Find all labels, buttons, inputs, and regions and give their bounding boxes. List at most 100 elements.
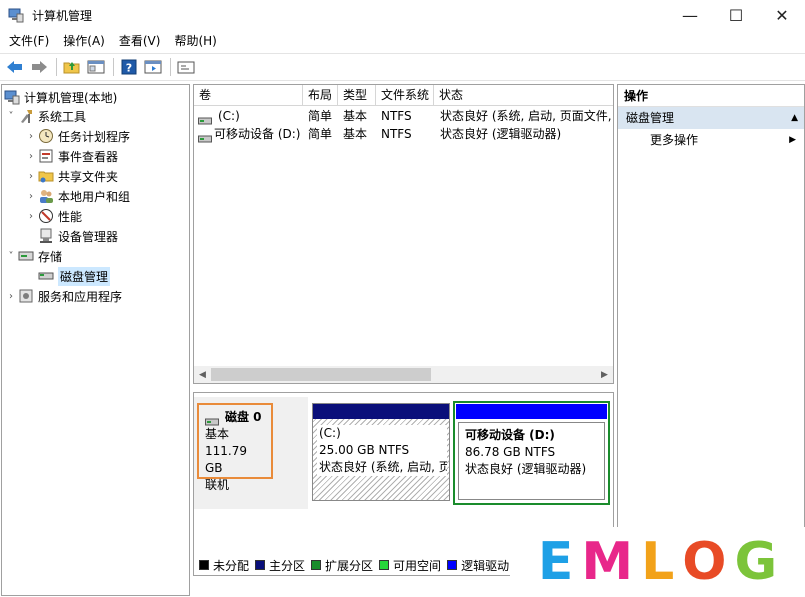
section-label: 磁盘管理 (626, 111, 675, 125)
back-icon[interactable] (4, 56, 26, 78)
tree-label: 共享文件夹 (58, 169, 119, 184)
chevron-right-icon[interactable]: › (24, 171, 38, 182)
tree-item-system-tools[interactable]: ˅ 系统工具 (4, 106, 87, 126)
volume-layout: 简单 (308, 127, 333, 141)
scroll-right-icon[interactable]: ▶ (596, 366, 613, 383)
toolbar: ? (0, 53, 805, 81)
toolbar-separator (170, 58, 171, 76)
legend-label: 扩展分区 (325, 558, 374, 573)
show-hide-tree-icon[interactable] (85, 56, 107, 78)
tree-item-storage[interactable]: ˅ 存储 (4, 246, 63, 266)
menu-help[interactable]: 帮助(H) (169, 30, 221, 52)
table-row[interactable]: (C:) 简单 基本 NTFS 状态良好 (系统, 启动, 页面文件, (194, 107, 613, 125)
actions-section-disk-management[interactable]: 磁盘管理 ▲ (618, 107, 804, 129)
properties-icon[interactable] (142, 56, 164, 78)
chevron-down-icon[interactable]: ˅ (4, 111, 18, 122)
column-header-type[interactable]: 类型 (338, 85, 376, 106)
tree-label: 存储 (38, 249, 63, 264)
tree-label: 事件查看器 (58, 149, 119, 164)
volume-list: 卷 布局 类型 文件系统 状态 (C:) 简单 基本 NTFS 状态良好 (系统… (193, 84, 614, 384)
menu-file[interactable]: 文件(F) (4, 30, 54, 52)
column-header-volume[interactable]: 卷 (194, 85, 303, 106)
partition-size: 25.00 GB NTFS (319, 443, 410, 457)
volume-status: 状态良好 (系统, 启动, 页面文件, (440, 109, 612, 123)
column-header-status[interactable]: 状态 (434, 85, 613, 106)
horizontal-scrollbar[interactable]: ◀ ▶ (194, 366, 613, 383)
title-bar: 计算机管理 — ☐ ✕ (0, 0, 805, 30)
computer-management-icon (8, 7, 24, 23)
disk-icon (38, 268, 54, 284)
legend-label: 逻辑驱动 (461, 558, 510, 573)
tree-item-performance[interactable]: › 性能 (24, 206, 82, 226)
legend-swatch (447, 560, 458, 570)
minimize-button[interactable]: — (667, 0, 713, 30)
volume-layout: 简单 (308, 109, 333, 123)
partition-label: (C:) (319, 426, 341, 440)
performance-icon (38, 208, 54, 224)
forward-icon[interactable] (28, 56, 50, 78)
column-header-filesystem[interactable]: 文件系统 (376, 85, 434, 106)
tree-item-event-viewer[interactable]: › 事件查看器 (24, 146, 118, 166)
chevron-right-icon[interactable]: › (24, 191, 38, 202)
disk-size: 111.79 GB (205, 444, 247, 475)
tree-item-disk-management[interactable]: 磁盘管理 (38, 266, 111, 286)
tree-label: 设备管理器 (58, 229, 119, 244)
legend-swatch (199, 560, 209, 570)
scroll-left-icon[interactable]: ◀ (194, 366, 211, 383)
column-header-layout[interactable]: 布局 (303, 85, 338, 106)
more-actions-label: 更多操作 (650, 133, 699, 147)
legend-unallocated: 未分配 (199, 557, 249, 574)
scroll-thumb[interactable] (211, 368, 431, 381)
toolbar-separator (56, 58, 57, 76)
submenu-arrow-icon: ▶ (789, 135, 796, 145)
emlog-watermark-logo: E M L O G (510, 527, 805, 597)
more-actions-item[interactable]: 更多操作 ▶ (618, 129, 804, 151)
clock-icon (38, 128, 54, 144)
tree-item-services[interactable]: › 服务和应用程序 (4, 286, 122, 306)
disk-0-label[interactable]: 磁盘 0 基本 111.79 GB 联机 (197, 403, 273, 492)
chevron-right-icon[interactable]: › (24, 131, 38, 142)
partition-size: 86.78 GB NTFS (465, 445, 556, 459)
partition-label: 可移动设备 (D:) (465, 428, 555, 442)
up-folder-icon[interactable] (61, 56, 83, 78)
legend-logical: 逻辑驱动 (447, 557, 509, 574)
tree-item-root[interactable]: 计算机管理(本地) (4, 87, 117, 107)
help-icon[interactable]: ? (118, 56, 140, 78)
close-button[interactable]: ✕ (759, 0, 805, 30)
menu-view[interactable]: 查看(V) (114, 30, 166, 52)
tree-item-task-scheduler[interactable]: › 任务计划程序 (24, 126, 130, 146)
tree-item-device-manager[interactable]: 设备管理器 (38, 226, 118, 246)
menu-action[interactable]: 操作(A) (58, 30, 110, 52)
partition-d[interactable]: 可移动设备 (D:) 86.78 GB NTFS 状态良好 (逻辑驱动器) (453, 401, 610, 505)
tree-item-shared-folders[interactable]: › 共享文件夹 (24, 166, 118, 186)
tree-label: 服务和应用程序 (38, 289, 123, 304)
chevron-right-icon[interactable]: › (4, 291, 18, 302)
partition-status: 状态良好 (逻辑驱动器) (465, 462, 587, 476)
tree-label: 计算机管理(本地) (24, 90, 118, 105)
disk-icon (205, 414, 219, 425)
actions-header: 操作 (618, 85, 804, 107)
legend-primary: 主分区 (255, 557, 305, 574)
navigation-tree: 计算机管理(本地) ˅ 系统工具 › 任务计划程序 › 事件查看器 › 共享文件… (1, 84, 190, 596)
logo-letter: O (682, 532, 727, 592)
table-row[interactable]: 可移动设备 (D:) 简单 基本 NTFS 状态良好 (逻辑驱动器) (194, 125, 613, 143)
legend-free-space: 可用空间 (379, 557, 441, 574)
tools-icon (18, 108, 34, 124)
maximize-button[interactable]: ☐ (713, 0, 759, 30)
partition-text: (C:) 25.00 GB NTFS 状态良好 (系统, 启动, 页 (317, 425, 447, 476)
collapse-up-icon[interactable]: ▲ (791, 107, 798, 129)
tree-label: 本地用户和组 (58, 189, 131, 204)
storage-icon (18, 248, 34, 264)
logo-letter: E (537, 532, 574, 592)
chevron-right-icon[interactable]: › (24, 151, 38, 162)
disk-name: 磁盘 0 (225, 410, 262, 424)
services-icon (18, 288, 34, 304)
volume-name: 可移动设备 (D:) (214, 127, 301, 141)
partition-c[interactable]: (C:) 25.00 GB NTFS 状态良好 (系统, 启动, 页 (312, 403, 450, 501)
tree-item-local-users[interactable]: › 本地用户和组 (24, 186, 130, 206)
console-icon[interactable] (175, 56, 197, 78)
chevron-right-icon[interactable]: › (24, 211, 38, 222)
tree-label: 系统工具 (38, 109, 87, 124)
chevron-down-icon[interactable]: ˅ (4, 251, 18, 262)
shared-folder-icon (38, 168, 54, 184)
